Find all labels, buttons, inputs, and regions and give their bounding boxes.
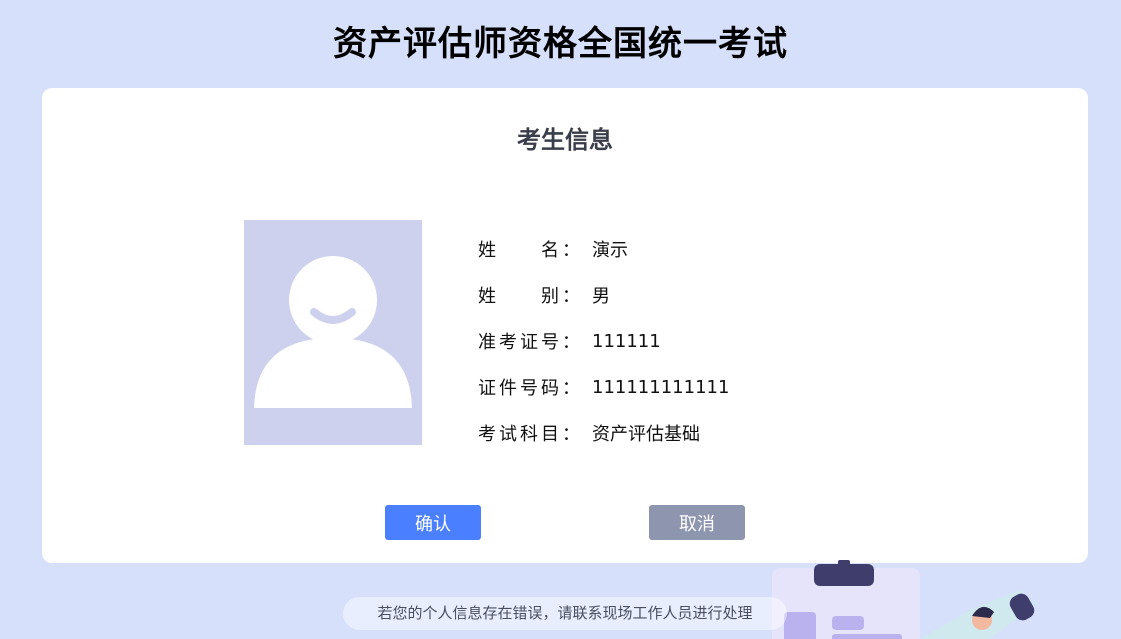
info-value-name: 演示: [592, 240, 628, 261]
info-value-id-number: 111111111111: [592, 376, 730, 398]
info-label-exam-subject: 考试科目：: [478, 424, 583, 445]
info-row-exam-subject: 考试科目： 资产评估基础: [478, 410, 729, 456]
candidate-info-card: 考生信息 姓 名： 演示 姓 别： 男 准考证号： 111111 证件号码： 1…: [42, 88, 1088, 563]
cancel-button[interactable]: 取消: [649, 505, 745, 540]
info-value-gender: 男: [592, 286, 610, 307]
confirm-button[interactable]: 确认: [385, 505, 481, 540]
decorative-illustration: [772, 560, 1035, 639]
notice-banner: 若您的个人信息存在错误，请联系现场工作人员进行处理: [343, 597, 787, 630]
info-label-admission-number: 准考证号：: [478, 332, 583, 353]
info-value-exam-subject: 资产评估基础: [592, 424, 700, 445]
info-label-gender: 姓 别：: [478, 286, 583, 307]
candidate-photo: [244, 220, 422, 445]
info-row-name: 姓 名： 演示: [478, 226, 729, 272]
info-value-admission-number: 111111: [592, 330, 661, 352]
page-title: 资产评估师资格全国统一考试: [333, 24, 788, 64]
info-label-id-number: 证件号码：: [478, 378, 583, 399]
info-row-gender: 姓 别： 男: [478, 272, 729, 318]
card-title: 考生信息: [517, 126, 613, 154]
avatar-placeholder-icon: [254, 256, 412, 408]
candidate-info-list: 姓 名： 演示 姓 别： 男 准考证号： 111111 证件号码： 111111…: [478, 226, 729, 456]
info-row-admission-number: 准考证号： 111111: [478, 318, 729, 364]
info-label-name: 姓 名：: [478, 240, 583, 261]
info-row-id-number: 证件号码： 111111111111: [478, 364, 729, 410]
